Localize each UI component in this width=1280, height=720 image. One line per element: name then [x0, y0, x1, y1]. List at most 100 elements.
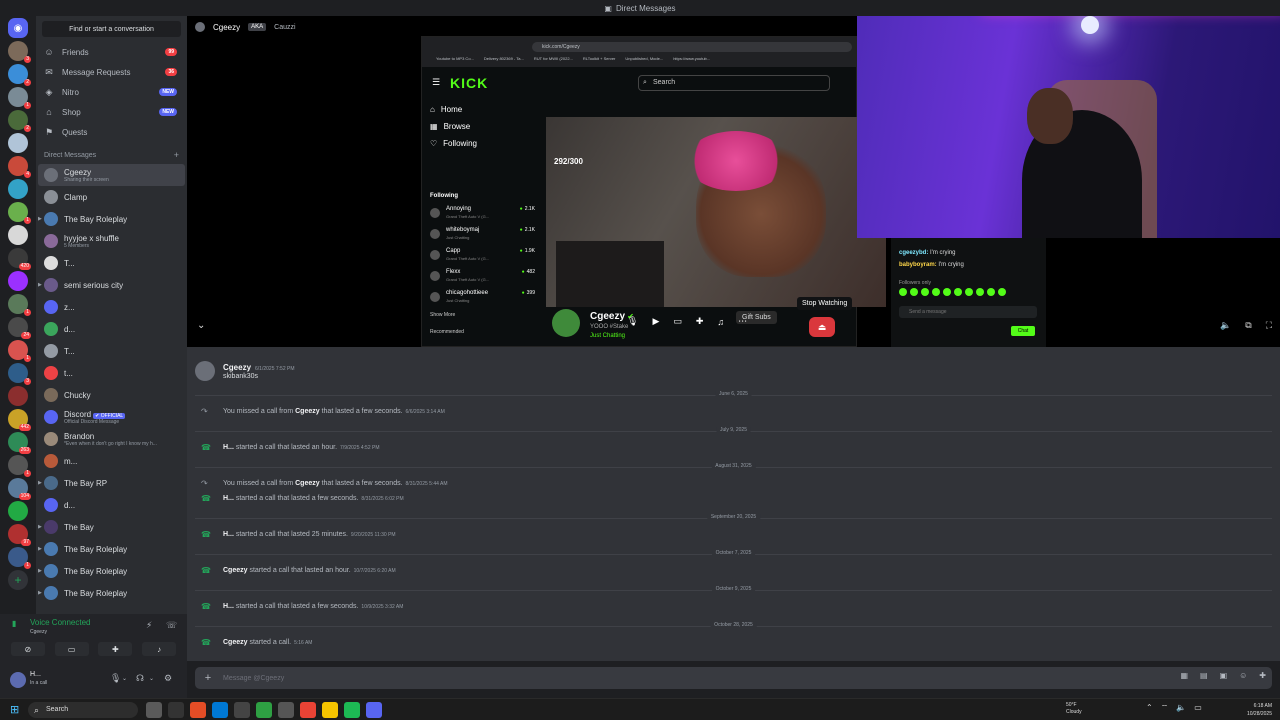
taskbar-app-icon[interactable] — [234, 702, 250, 718]
camera-off-button[interactable]: ⊘ — [10, 642, 45, 656]
voice-connected-label[interactable]: Voice Connected — [30, 618, 91, 627]
gif-icon[interactable]: ▤ — [1200, 671, 1208, 680]
server-icon[interactable]: 3 — [8, 41, 31, 63]
dm-item[interactable]: ▶ The Bay Roleplay — [38, 538, 185, 560]
dm-item[interactable]: m... — [38, 450, 185, 472]
taskbar-app-icon[interactable] — [278, 702, 294, 718]
call-user[interactable]: Cgeezy — [295, 480, 320, 487]
headphones-icon[interactable]: ☊ — [136, 673, 144, 684]
server-icon[interactable]: 104 — [8, 478, 31, 500]
server-icon[interactable] — [8, 501, 28, 521]
screenshare-button[interactable]: ▭ — [54, 642, 89, 656]
server-icon[interactable]: 97 — [8, 524, 31, 546]
chevron-down-icon[interactable]: ⌄ — [149, 675, 154, 682]
chevron-down-icon[interactable]: ⌄ — [122, 675, 127, 682]
dm-item[interactable]: ▶ semi serious city — [38, 274, 185, 296]
server-icon[interactable]: 2 — [8, 64, 31, 86]
call-user[interactable]: Cgeezy — [223, 639, 248, 646]
apps-icon[interactable]: ✚ — [1259, 671, 1266, 680]
attach-icon[interactable]: + — [201, 671, 215, 685]
soundboard-icon[interactable]: ♫ — [717, 317, 724, 327]
soundboard-button[interactable]: ♪ — [142, 642, 177, 656]
sidebar-item-shop[interactable]: ⌂ Shop NEW — [36, 102, 187, 122]
dm-item[interactable]: d... — [38, 318, 185, 340]
voice-channel-label[interactable]: Cgeezy — [30, 629, 47, 635]
dm-item[interactable]: ▶ The Bay Roleplay — [38, 208, 185, 230]
dm-item[interactable]: Discord ✔ OFFICIAL Official Discord Messag… — [38, 406, 185, 428]
dm-item[interactable]: ▶ The Bay RP — [38, 472, 185, 494]
disconnect-icon[interactable]: ☏ — [166, 620, 177, 631]
server-icon[interactable]: 442 — [8, 409, 31, 431]
dm-item[interactable]: t... — [38, 362, 185, 384]
mic-icon[interactable]: 🎙 — [110, 673, 121, 684]
server-icon[interactable] — [8, 133, 28, 153]
screenshare-icon[interactable]: ▭ — [673, 316, 682, 327]
message-author[interactable]: Cgeezy 6/1/2025 7:52 PM — [223, 363, 295, 372]
server-icon[interactable]: 1 — [8, 294, 31, 316]
dm-item[interactable]: z... — [38, 296, 185, 318]
taskbar-search[interactable]: Search — [28, 702, 138, 718]
stop-watching-button[interactable]: ⏏ — [809, 317, 835, 337]
volume-icon[interactable]: 🔈 — [1176, 703, 1186, 713]
dm-item[interactable]: Chucky — [38, 384, 185, 406]
server-icon[interactable] — [8, 386, 28, 406]
taskbar-clock[interactable]: 6:18 AM 10/28/2025 — [1247, 702, 1272, 718]
server-icon[interactable]: 1 — [8, 340, 31, 362]
fullscreen-icon[interactable]: ⛶ — [1266, 320, 1272, 331]
dm-item[interactable]: Brandon *Even when it don't go right I kn… — [38, 428, 185, 450]
home-button[interactable]: ◉ — [8, 18, 28, 38]
sticker-icon[interactable]: ▣ — [1220, 671, 1228, 680]
more-icon[interactable]: ⋯ — [738, 316, 747, 327]
message-avatar[interactable] — [195, 361, 215, 381]
windows-start-icon[interactable]: ⊞ — [10, 703, 19, 716]
call-user[interactable]: H... — [223, 531, 234, 538]
taskbar-app-icon[interactable] — [300, 702, 316, 718]
add-server-icon[interactable]: + — [8, 570, 28, 590]
camera-icon[interactable]: ▶ — [652, 316, 659, 327]
chevron-down-icon[interactable]: ⌄ — [197, 320, 205, 331]
taskbar-app-icon[interactable] — [212, 702, 228, 718]
server-icon[interactable]: 420 — [8, 248, 31, 270]
dm-item[interactable]: d... — [38, 494, 185, 516]
server-icon[interactable]: 1 — [8, 455, 31, 477]
taskbar-app-icon[interactable] — [344, 702, 360, 718]
dm-item[interactable]: Cgeezy Sharing their screen — [38, 164, 185, 186]
emoji-icon[interactable]: ☺ — [1239, 671, 1247, 680]
battery-icon[interactable]: ▭ — [1194, 703, 1202, 713]
dm-item[interactable]: ▶ The Bay Roleplay — [38, 582, 185, 604]
noise-suppression-icon[interactable]: ⚡ — [146, 620, 152, 631]
sidebar-item-nitro[interactable]: ◈ Nitro NEW — [36, 82, 187, 102]
server-icon[interactable]: 2 — [8, 110, 31, 132]
volume-icon[interactable]: 🔈 — [1220, 320, 1231, 331]
server-icon[interactable]: 4 — [8, 156, 31, 178]
call-user[interactable]: H... — [223, 495, 234, 502]
dm-item[interactable]: T... — [38, 340, 185, 362]
taskbar-app-icon[interactable] — [168, 702, 184, 718]
dm-item[interactable]: ▶ The Bay Roleplay — [38, 560, 185, 582]
message-input[interactable] — [223, 671, 1123, 685]
server-icon[interactable] — [8, 225, 28, 245]
call-user[interactable]: H... — [223, 603, 234, 610]
call-user[interactable]: Cgeezy — [223, 567, 248, 574]
server-icon[interactable]: 3 — [8, 363, 31, 385]
taskbar-app-icon[interactable] — [366, 702, 382, 718]
user-name[interactable]: H... — [30, 671, 41, 678]
weather-widget[interactable]: 50°F Cloudy — [1066, 702, 1082, 716]
server-icon[interactable]: 1 — [8, 202, 31, 224]
popout-icon[interactable]: ⧉ — [1245, 320, 1251, 331]
sidebar-item-friends[interactable]: ☺ Friends 99 — [36, 42, 187, 62]
find-conversation-button[interactable]: Find or start a conversation — [42, 21, 181, 37]
sidebar-item-message-requests[interactable]: ✉ Message Requests 36 — [36, 62, 187, 82]
call-user[interactable]: H... — [223, 444, 234, 451]
taskbar-app-icon[interactable] — [190, 702, 206, 718]
server-icon[interactable]: 1 — [8, 87, 31, 109]
taskbar-app-icon[interactable] — [256, 702, 272, 718]
create-dm-icon[interactable]: + — [174, 150, 179, 160]
dm-item[interactable]: hyyjoe x shuffle 5 Members — [38, 230, 185, 252]
server-icon[interactable]: 263 — [8, 432, 31, 454]
stream-viewer[interactable]: Cgeezy AKA Cauzzi kick.com/Cgeezy Youtub… — [187, 16, 1280, 347]
activity-button[interactable]: ✚ — [98, 642, 133, 656]
taskbar-app-icon[interactable] — [146, 702, 162, 718]
user-avatar[interactable] — [10, 672, 26, 688]
server-icon[interactable] — [8, 271, 28, 291]
